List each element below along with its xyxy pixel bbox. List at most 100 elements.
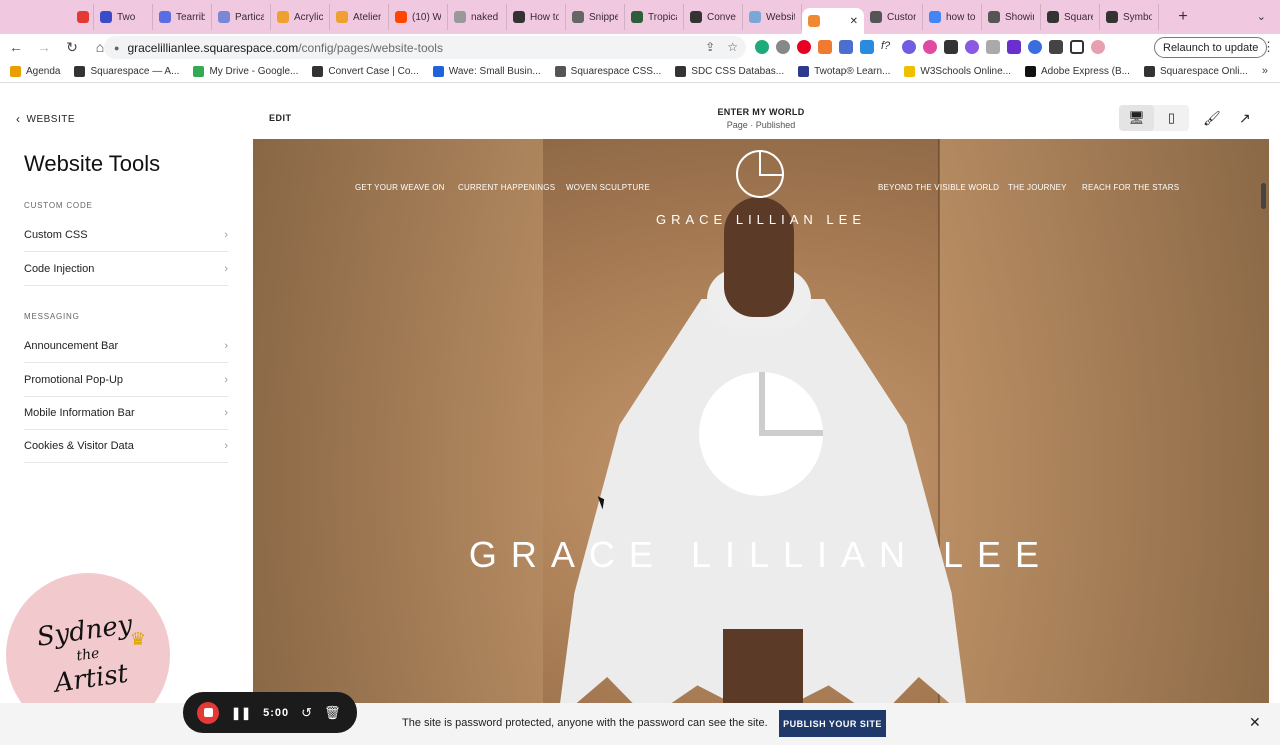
restart-icon[interactable]: ↺ (301, 705, 312, 721)
bookmark-favicon-icon (798, 66, 810, 77)
extension-icon[interactable] (776, 40, 790, 54)
extension-icon[interactable] (1028, 40, 1042, 54)
site-styles-brush-icon[interactable]: 🖌 (1203, 110, 1221, 127)
browser-tab[interactable]: Snippe (566, 4, 625, 30)
pause-icon[interactable]: ❚❚ (231, 706, 251, 720)
browser-menu-icon[interactable]: ⋮ (1262, 39, 1275, 55)
menu-item-announcement-bar[interactable]: Announcement Bar › (24, 330, 228, 363)
browser-tab[interactable]: (10) We (389, 4, 448, 30)
close-tab-icon[interactable]: ✕ (850, 16, 858, 27)
browser-tab[interactable]: Two (94, 4, 153, 30)
browser-tab[interactable]: ✕ (802, 8, 864, 34)
grammarly-icon[interactable] (755, 40, 769, 54)
mobile-view-icon[interactable]: ▯ (1154, 105, 1189, 131)
tab-label: Symbo (1123, 11, 1152, 23)
bookmark-favicon-icon (904, 66, 916, 77)
bookmark-item[interactable]: Squarespace Onli... (1143, 66, 1248, 77)
browser-tab[interactable]: Partica (212, 4, 271, 30)
download-icon[interactable] (860, 40, 874, 54)
extension-icon[interactable] (839, 40, 853, 54)
forward-icon[interactable]: → (32, 39, 56, 55)
desktop-view-icon[interactable]: 🖥 (1119, 105, 1154, 131)
fonts-icon[interactable]: f? (881, 40, 895, 54)
menu-item-promotional-popup[interactable]: Promotional Pop-Up › (24, 364, 228, 397)
bookmark-item[interactable]: Squarespace CSS... (554, 66, 661, 77)
new-tab-button[interactable]: + (1171, 8, 1195, 26)
browser-tab[interactable]: Tearrib (153, 4, 212, 30)
reload-icon[interactable]: ↻ (60, 39, 84, 56)
browser-tab[interactable]: Acrylic (271, 4, 330, 30)
site-nav-link[interactable]: REACH FOR THE STARS (1082, 183, 1179, 192)
puzzle-icon[interactable] (1049, 40, 1063, 54)
browser-tab[interactable]: Square (1041, 4, 1100, 30)
site-logo-icon[interactable] (736, 150, 784, 198)
chevron-right-icon: › (224, 407, 228, 419)
apps-grid-icon[interactable] (944, 40, 958, 54)
bookmark-item[interactable]: SDC CSS Databas... (675, 66, 784, 77)
tab-label: Snippe (589, 11, 618, 23)
profile-avatar[interactable] (1091, 40, 1105, 54)
tab-favicon-icon (1106, 11, 1118, 23)
tab-label: Conver (707, 11, 736, 23)
site-nav-link[interactable]: GET YOUR WEAVE ON (355, 183, 445, 192)
bookmark-item[interactable]: Wave: Small Busin... (432, 66, 541, 77)
relaunch-button[interactable]: Relaunch to update (1154, 37, 1268, 58)
site-nav-link[interactable]: BEYOND THE VISIBLE WORLD (878, 183, 999, 192)
site-info-icon[interactable]: ● (114, 43, 119, 53)
back-link-label: WEBSITE (26, 113, 76, 125)
bookmark-item[interactable]: W3Schools Online... (904, 66, 1011, 77)
bookmarks-bar: Agenda Squarespace — A... My Drive - Googl… (0, 61, 1280, 83)
pinterest-icon[interactable] (797, 40, 811, 54)
bookmarks-more-icon[interactable]: » (1262, 65, 1268, 77)
chevron-right-icon: › (224, 229, 228, 241)
menu-item-mobile-information-bar[interactable]: Mobile Information Bar › (24, 397, 228, 430)
browser-tab[interactable]: Tropica (625, 4, 684, 30)
browser-tab[interactable]: Showin (982, 4, 1041, 30)
site-preview-frame: EDIT ENTER MY WORLD Page · Published 🖥 ▯… (253, 99, 1269, 703)
extension-icon[interactable] (818, 40, 832, 54)
menu-item-custom-css[interactable]: Custom CSS › (24, 219, 228, 252)
bookmark-item[interactable]: Twotap® Learn... (798, 66, 890, 77)
site-nav-link[interactable]: WOVEN SCULPTURE (566, 183, 650, 192)
browser-tab[interactable]: How to (507, 4, 566, 30)
bookmark-item[interactable]: My Drive - Google... (193, 66, 298, 77)
menu-item-code-injection[interactable]: Code Injection › (24, 253, 228, 286)
menu-item-label: Custom CSS (24, 229, 88, 241)
trash-icon[interactable]: 🗑 (324, 705, 341, 721)
address-bar[interactable]: ● gracelillianlee.squarespace.com/config… (104, 36, 746, 59)
bookmark-item[interactable]: Convert Case | Co... (312, 66, 419, 77)
site-nav-link[interactable]: CURRENT HAPPENINGS (458, 183, 555, 192)
sidebar-icon[interactable] (1070, 40, 1084, 54)
extension-icon[interactable] (1007, 40, 1021, 54)
expand-arrow-icon[interactable]: ↗ (1239, 110, 1251, 127)
menu-item-cookies-visitor-data[interactable]: Cookies & Visitor Data › (24, 430, 228, 463)
tab-label: Showin (1005, 11, 1034, 23)
share-icon[interactable]: ⇪ (705, 40, 715, 54)
site-nav-link[interactable]: THE JOURNEY (1008, 183, 1067, 192)
bookmark-star-icon[interactable]: ☆ (727, 40, 738, 54)
extension-icon[interactable] (902, 40, 916, 54)
browser-tab[interactable]: Custon (864, 4, 923, 30)
browser-tab[interactable]: naked a (448, 4, 507, 30)
camera-icon[interactable] (986, 40, 1000, 54)
browser-tab[interactable]: Conver (684, 4, 743, 30)
extension-icon[interactable] (965, 40, 979, 54)
browser-tab[interactable] (72, 4, 94, 30)
back-icon[interactable]: ← (4, 39, 28, 55)
publish-site-button[interactable]: PUBLISH YOUR SITE (779, 710, 886, 737)
bookmark-item[interactable]: Agenda (10, 66, 60, 77)
bookmark-label: Convert Case | Co... (328, 66, 419, 77)
browser-tab[interactable]: Website (743, 4, 802, 30)
site-name-header: GRACE LILLIAN LEE (656, 212, 866, 227)
close-icon[interactable]: ✕ (1249, 714, 1261, 731)
bookmark-item[interactable]: Adobe Express (B... (1025, 66, 1130, 77)
browser-tab[interactable]: Symbo (1100, 4, 1159, 30)
back-to-website-link[interactable]: ‹ WEBSITE (16, 112, 75, 126)
color-picker-icon[interactable] (923, 40, 937, 54)
browser-tab[interactable]: Atelier (330, 4, 389, 30)
bookmark-item[interactable]: Squarespace — A... (74, 66, 179, 77)
tab-search-icon[interactable]: ⌄ (1257, 10, 1266, 23)
browser-tab[interactable]: how to (923, 4, 982, 30)
stop-recording-button[interactable] (197, 701, 219, 724)
preview-scrollbar[interactable] (1261, 183, 1266, 209)
